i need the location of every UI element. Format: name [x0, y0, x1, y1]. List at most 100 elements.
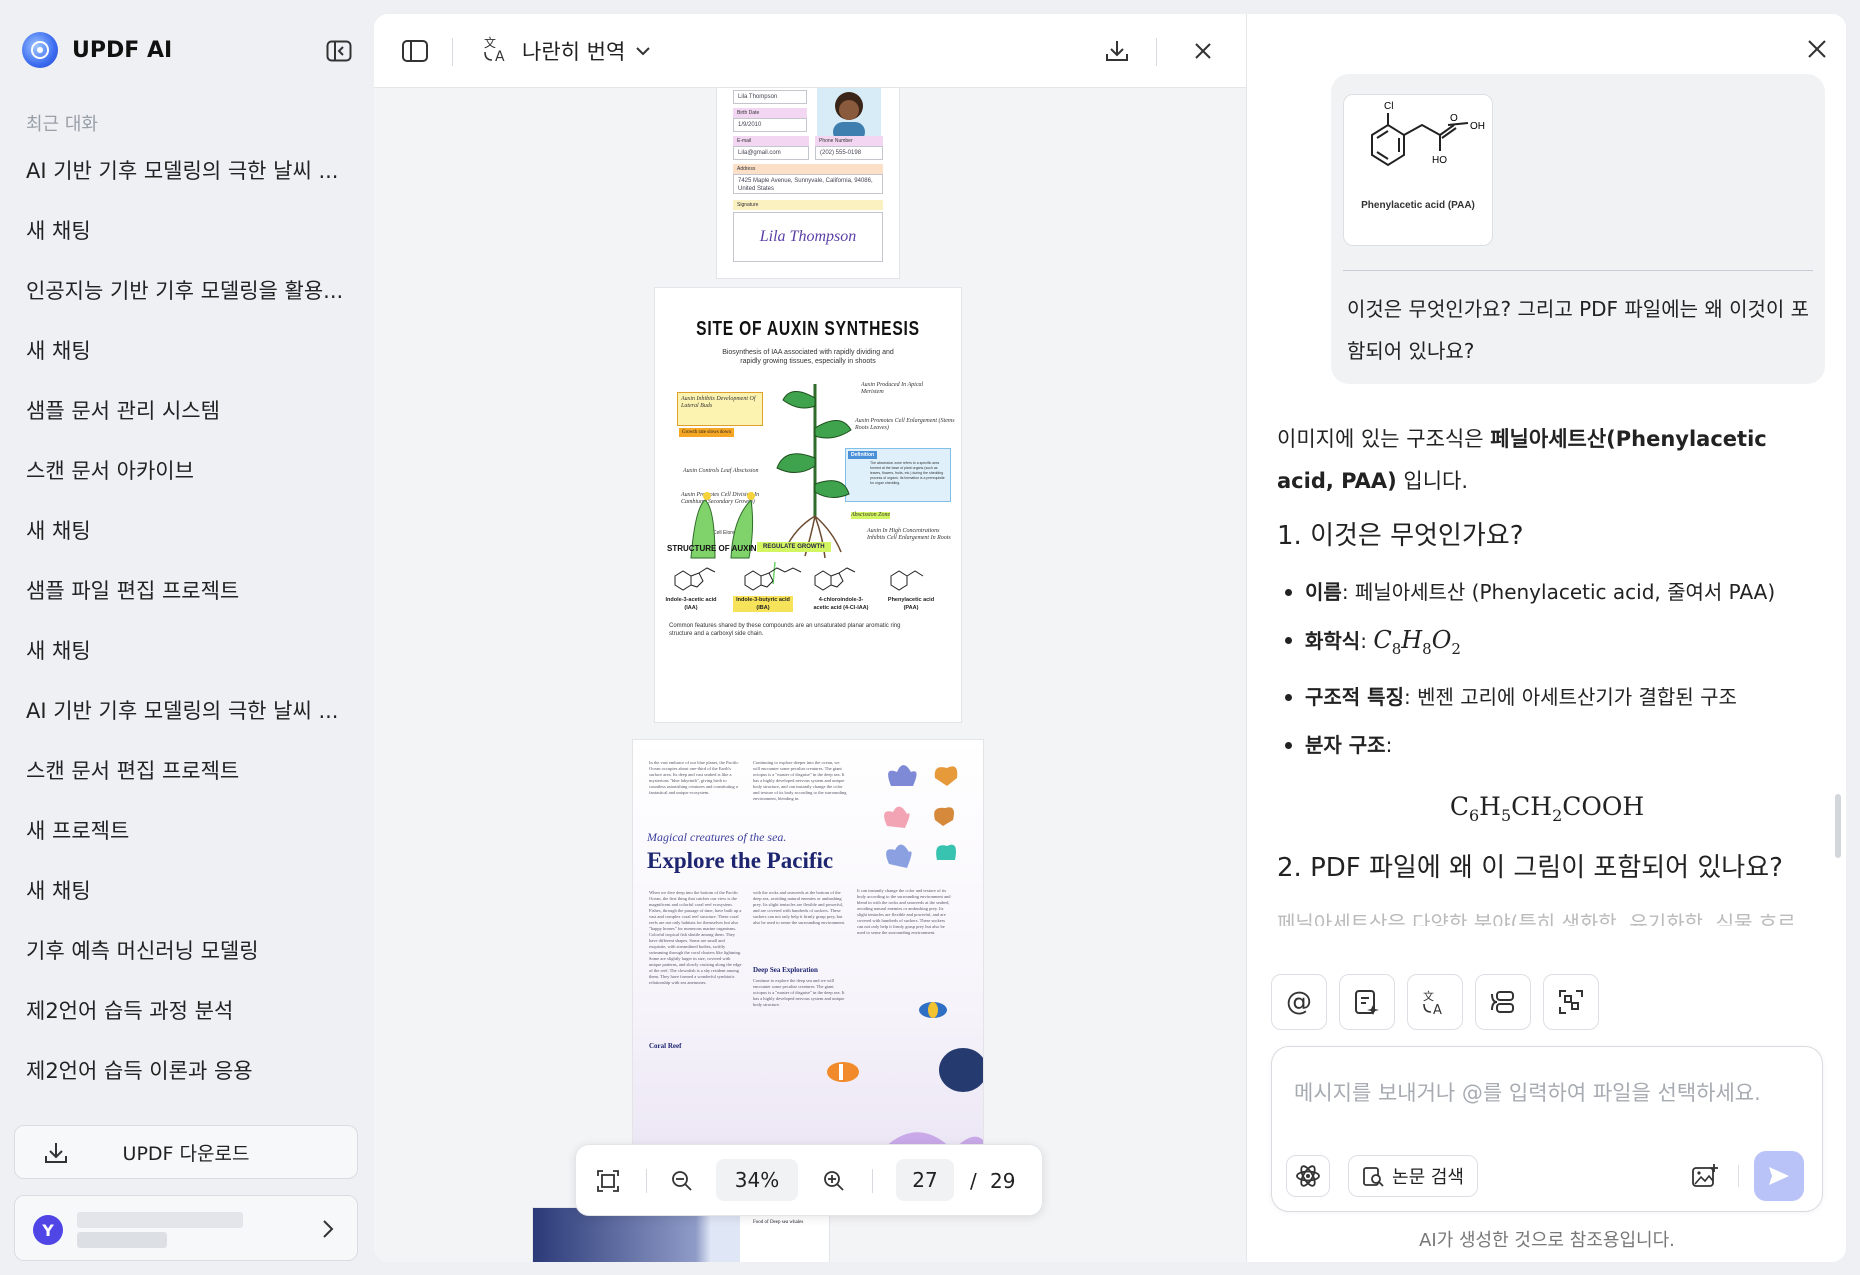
brand-name: UPDF AI: [72, 37, 173, 63]
pacific-paragraph: When we dive deep into the bottom of the…: [649, 890, 742, 985]
collapse-sidebar-icon[interactable]: [324, 38, 354, 64]
molecule-structures: [674, 567, 924, 591]
next-page-snippet: Food of Deep sea whales: [753, 1220, 804, 1225]
zoom-in-icon[interactable]: [818, 1165, 850, 1197]
message-composer: 논문 검색: [1271, 1046, 1823, 1212]
chat-item[interactable]: 새 채팅: [0, 200, 372, 260]
close-icon[interactable]: [1188, 36, 1218, 66]
chat-item[interactable]: AI 기반 기후 모델링의 극한 날씨 ...: [0, 680, 372, 740]
zoom-toolbar: 34% 27 / 29: [575, 1144, 1043, 1216]
birth-label: Birth Date: [733, 108, 807, 118]
pdf-page-pacific[interactable]: In the vast embrace of our blue planet, …: [633, 740, 983, 1190]
chat-item[interactable]: 샘플 파일 편집 프로젝트: [0, 560, 372, 620]
plant-illustration: [690, 384, 852, 585]
chat-item[interactable]: 인공지능 기반 기후 모델링을 활용...: [0, 260, 372, 320]
translate-icon: 文A: [1423, 989, 1442, 1016]
download-updf-button[interactable]: UPDF 다운로드: [14, 1125, 358, 1179]
chat-item[interactable]: 스캔 문서 아카이브: [0, 440, 372, 500]
email-label: E-mail: [733, 136, 809, 146]
pdf-page-next[interactable]: Food of Deep sea whales: [533, 1208, 829, 1262]
coral-reef-heading: Coral Reef: [649, 1042, 682, 1050]
address-field: 7425 Maple Avenue, Sunnyvale, California…: [733, 174, 883, 194]
chat-item[interactable]: 새 채팅: [0, 320, 372, 380]
pacific-paragraph: with the rocks and seaweeds at the botto…: [753, 890, 845, 925]
svg-text:文: 文: [484, 35, 496, 50]
send-button[interactable]: [1754, 1151, 1804, 1201]
chat-item[interactable]: 샘플 문서 관리 시스템: [0, 380, 372, 440]
paper-search-button[interactable]: 논문 검색: [1348, 1155, 1478, 1197]
list-item: 구조적 특징: 벤젠 고리에 아세트산기가 결합된 구조: [1277, 673, 1817, 721]
item-text: : 벤젠 고리에 아세트산기가 결합된 구조: [1403, 684, 1737, 709]
chat-item[interactable]: 새 채팅: [0, 860, 372, 920]
ai-model-button[interactable]: [1286, 1155, 1330, 1197]
translate-mode-dropdown[interactable]: 文A 나란히 번역: [482, 34, 651, 68]
user-name-redacted: [77, 1212, 243, 1228]
explain-button[interactable]: [1475, 974, 1531, 1030]
zoom-out-icon[interactable]: [666, 1165, 698, 1197]
close-icon[interactable]: [1806, 38, 1828, 64]
chat-item[interactable]: 새 채팅: [0, 500, 372, 560]
mention-file-button[interactable]: @: [1271, 974, 1327, 1030]
user-account-row[interactable]: Y: [14, 1195, 358, 1261]
pdf-page-form[interactable]: Lila Thompson Birth Date 1/9/2010 E-mail…: [717, 88, 899, 278]
pdf-page-auxin[interactable]: SITE OF AUXIN SYNTHESIS Biosynthesis of …: [655, 288, 961, 722]
svg-text:文: 文: [1423, 989, 1434, 1003]
email-field: Lila@gmail.com: [733, 146, 809, 160]
chevron-down-icon: [635, 42, 651, 61]
paper-search-icon: [1363, 1167, 1384, 1187]
ai-disclaimer: AI가 생성한 것으로 참조용입니다.: [1419, 1230, 1675, 1251]
translate-button[interactable]: 文A: [1407, 974, 1463, 1030]
phenylacetic-acid-structure: Cl O OH HO: [1371, 101, 1485, 167]
zoom-divider: [872, 1169, 873, 1193]
list-item: 분자 구조:: [1277, 721, 1817, 769]
attached-image-thumbnail[interactable]: Cl O OH HO Phenylacetic acid (PAA): [1343, 94, 1493, 246]
answer-heading: 1. 이것은 무엇인가요?: [1277, 521, 1524, 551]
explain-icon: [1491, 991, 1514, 1013]
intro-text: 이미지에 있는 구조식은: [1277, 427, 1491, 451]
list-item: 이름: 페닐아세트산 (Phenylacetic acid, 줄여서 PAA): [1277, 568, 1817, 616]
chat-item[interactable]: 새 프로젝트: [0, 800, 372, 860]
molecular-formula: C8H8O2: [1373, 626, 1461, 658]
message-input[interactable]: [1294, 1081, 1804, 1105]
structure-heading: STRUCTURE OF AUXIN: [667, 544, 757, 553]
structural-formula: C6H5CH2COOH: [1449, 791, 1645, 825]
summarize-button[interactable]: [1339, 974, 1395, 1030]
pdf-toolbar: 文A 나란히 번역: [374, 14, 1246, 88]
chat-item[interactable]: 제2언어 습득 과정 분석: [0, 980, 372, 1040]
screenshot-button[interactable]: [1543, 974, 1599, 1030]
chat-list: AI 기반 기후 모델링의 극한 날씨 ... 새 채팅 인공지능 기반 기후 …: [0, 140, 372, 1100]
thumbnail-caption: Phenylacetic acid (PAA): [1361, 200, 1475, 211]
chat-item[interactable]: 기후 예측 머신러닝 모델링: [0, 920, 372, 980]
download-icon[interactable]: [1102, 36, 1132, 66]
summarize-icon: [1355, 990, 1379, 1015]
signature-label: Signature: [733, 200, 883, 210]
total-pages: 29: [990, 1169, 1016, 1193]
add-image-icon[interactable]: [1688, 1159, 1722, 1193]
toggle-thumbnail-panel-icon[interactable]: [400, 36, 430, 66]
chat-item[interactable]: AI 기반 기후 모델링의 극한 날씨 ...: [0, 140, 372, 200]
signature-value: Lila Thompson: [733, 212, 883, 262]
item-text: :: [1385, 732, 1393, 757]
pdf-viewer-panel: 文A 나란히 번역 Lila Thompson Birth Date 1/9/2…: [374, 14, 1246, 1262]
paper-search-label: 논문 검색: [1392, 1167, 1464, 1188]
brand[interactable]: UPDF AI: [22, 32, 172, 68]
pacific-tagline: Magical creatures of the sea.: [647, 830, 787, 844]
chat-item[interactable]: 제2언어 습득 이론과 응용: [0, 1040, 372, 1100]
scrollbar-thumb[interactable]: [1835, 794, 1841, 858]
profile-photo: [817, 88, 881, 138]
pdf-pages-area[interactable]: Lila Thompson Birth Date 1/9/2010 E-mail…: [374, 88, 1246, 1262]
fit-page-icon[interactable]: [592, 1165, 624, 1197]
sea-creatures-illustration: [884, 765, 958, 868]
atom-icon: [1296, 1165, 1320, 1187]
molecule-label: 4-chloroindole-3-acetic acid (4-Cl-IAA): [813, 597, 869, 611]
zoom-level[interactable]: 34%: [716, 1159, 798, 1201]
chat-item[interactable]: 새 채팅: [0, 620, 372, 680]
current-page-input[interactable]: 27: [896, 1159, 954, 1201]
chevron-right-icon: [321, 1218, 335, 1244]
page-separator: /: [970, 1169, 977, 1193]
translate-mode-label: 나란히 번역: [522, 40, 626, 64]
svg-text:A: A: [495, 49, 505, 64]
composer-divider: [1738, 1165, 1739, 1187]
deep-sea-heading: Deep Sea Exploration: [753, 966, 818, 974]
chat-item[interactable]: 스캔 문서 편집 프로젝트: [0, 740, 372, 800]
